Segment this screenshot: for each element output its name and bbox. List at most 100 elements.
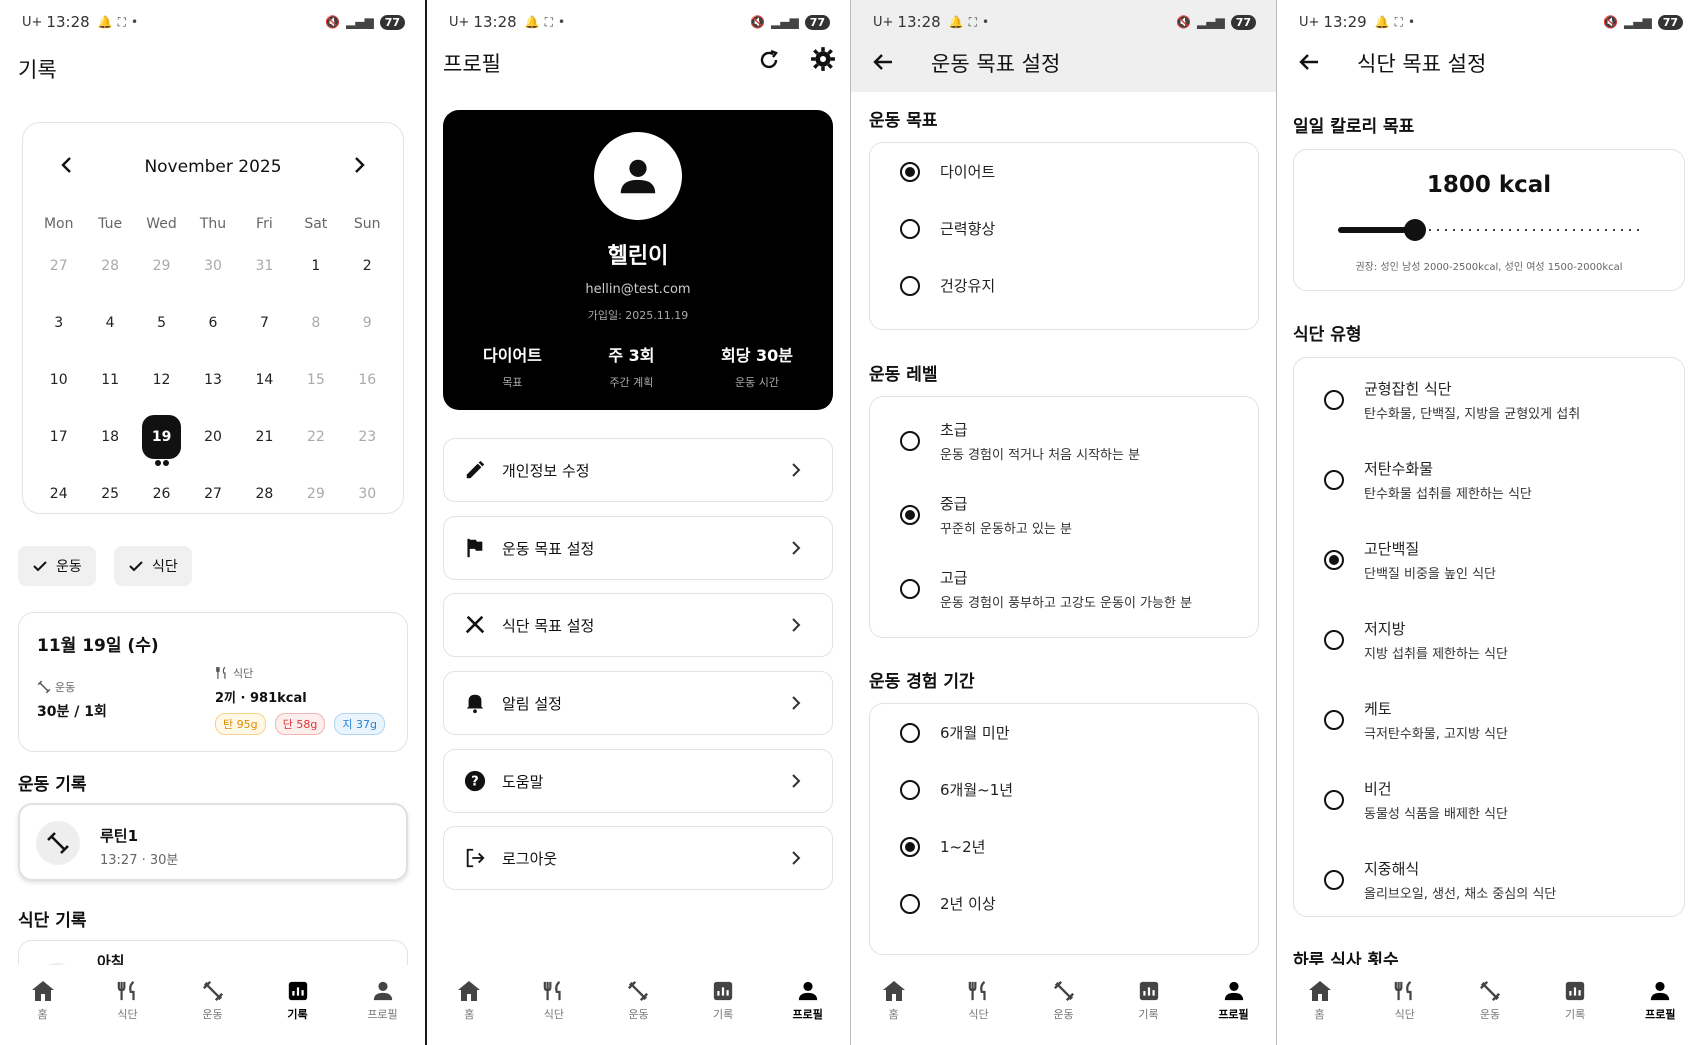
slider-thumb[interactable] (1404, 219, 1426, 241)
calendar-day[interactable]: 21 (239, 429, 290, 445)
nav-home[interactable]: 홈 (13, 979, 73, 1022)
calendar-day[interactable]: 24 (33, 486, 84, 502)
radio-option[interactable]: 1~2년 (900, 836, 985, 857)
back-button[interactable] (1297, 50, 1321, 78)
refresh-button[interactable] (757, 48, 781, 76)
calendar-day[interactable]: 6 (187, 315, 238, 331)
workout-record-item[interactable]: 루틴1 13:27 · 30분 (18, 803, 408, 881)
radio-unselected-icon[interactable] (900, 218, 920, 239)
menu-edit-profile[interactable]: 개인정보 수정 (443, 438, 833, 502)
calendar-day[interactable]: 12 (136, 372, 187, 388)
calendar-day[interactable]: 22 (290, 429, 341, 445)
radio-unselected-icon[interactable] (900, 579, 920, 599)
radio-option[interactable]: 케토 극저탄수화물, 고지방 식단 (1324, 698, 1508, 742)
calendar-day-selected[interactable]: 19 (141, 414, 182, 466)
calendar-day[interactable]: 30 (342, 486, 393, 502)
calendar-day[interactable]: 17 (33, 429, 84, 445)
nav-diet[interactable]: 식단 (98, 979, 158, 1022)
calendar-day[interactable]: 31 (239, 258, 290, 274)
nav-diet[interactable]: 식단 (949, 979, 1009, 1022)
nav-record[interactable]: 기록 (268, 979, 328, 1022)
radio-option[interactable]: 균형잡힌 식단 탄수화물, 단백질, 지방을 균형있게 섭취 (1324, 378, 1580, 422)
menu-notifications[interactable]: 알림 설정 (443, 671, 833, 735)
radio-unselected-icon[interactable] (900, 893, 920, 914)
nav-diet[interactable]: 식단 (1375, 979, 1435, 1022)
calendar-day[interactable]: 4 (84, 315, 135, 331)
nav-profile[interactable]: 프로필 (353, 979, 413, 1022)
radio-option[interactable]: 저탄수화물 탄수화물 섭취를 제한하는 식단 (1324, 458, 1532, 502)
nav-record[interactable]: 기록 (693, 979, 753, 1022)
radio-option[interactable]: 2년 이상 (900, 893, 996, 914)
settings-button[interactable] (810, 46, 836, 76)
nav-workout[interactable]: 운동 (183, 979, 243, 1022)
nav-record[interactable]: 기록 (1545, 979, 1605, 1022)
calendar-day[interactable]: 1 (290, 258, 341, 274)
calendar-day[interactable]: 15 (290, 372, 341, 388)
radio-selected-icon[interactable] (1324, 550, 1344, 570)
nav-home[interactable]: 홈 (439, 979, 499, 1022)
calendar-day[interactable]: 10 (33, 372, 84, 388)
calendar-day[interactable]: 29 (136, 258, 187, 274)
calorie-slider[interactable] (1338, 219, 1644, 241)
calendar-day[interactable]: 13 (187, 372, 238, 388)
nav-home[interactable]: 홈 (864, 979, 924, 1022)
calendar-day[interactable]: 23 (342, 429, 393, 445)
radio-option[interactable]: 고급 운동 경험이 풍부하고 고강도 운동이 가능한 분 (900, 567, 1192, 611)
nav-diet[interactable]: 식단 (524, 979, 584, 1022)
radio-option[interactable]: 초급 운동 경험이 적거나 처음 시작하는 분 (900, 419, 1140, 463)
radio-option[interactable]: 근력향상 (900, 218, 995, 239)
filter-chip-workout[interactable]: 운동 (18, 546, 96, 586)
radio-option[interactable]: 고단백질 단백질 비중을 높인 식단 (1324, 538, 1496, 582)
radio-unselected-icon[interactable] (1324, 630, 1344, 650)
calendar-day[interactable]: 18 (84, 429, 135, 445)
radio-unselected-icon[interactable] (1324, 710, 1344, 730)
radio-option[interactable]: 다이어트 (900, 161, 995, 182)
radio-unselected-icon[interactable] (1324, 390, 1344, 410)
radio-unselected-icon[interactable] (900, 275, 920, 296)
radio-unselected-icon[interactable] (900, 779, 920, 800)
radio-unselected-icon[interactable] (1324, 470, 1344, 490)
radio-selected-icon[interactable] (900, 161, 920, 182)
calendar-day[interactable]: 3 (33, 315, 84, 331)
nav-workout[interactable]: 운동 (608, 979, 668, 1022)
calendar-day[interactable]: 11 (84, 372, 135, 388)
calendar-day[interactable]: 27 (33, 258, 84, 274)
calendar-day[interactable]: 29 (290, 486, 341, 502)
nav-workout[interactable]: 운동 (1034, 979, 1094, 1022)
calendar-day[interactable]: 30 (187, 258, 238, 274)
radio-option[interactable]: 6개월~1년 (900, 779, 1013, 800)
calendar-day[interactable]: 28 (84, 258, 135, 274)
calendar-day[interactable]: 2 (342, 258, 393, 274)
calendar-day[interactable]: 9 (342, 315, 393, 331)
radio-unselected-icon[interactable] (900, 722, 920, 743)
menu-logout[interactable]: 로그아웃 (443, 826, 833, 890)
radio-option[interactable]: 건강유지 (900, 275, 995, 296)
calendar-day[interactable]: 20 (187, 429, 238, 445)
radio-unselected-icon[interactable] (900, 431, 920, 451)
nav-profile[interactable]: 프로필 (778, 979, 838, 1022)
radio-option[interactable]: 중급 꾸준히 운동하고 있는 분 (900, 493, 1072, 537)
calendar-day[interactable]: 7 (239, 315, 290, 331)
menu-help[interactable]: ? 도움말 (443, 749, 833, 813)
nav-workout[interactable]: 운동 (1460, 979, 1520, 1022)
filter-chip-diet[interactable]: 식단 (114, 546, 192, 586)
calendar-day[interactable]: 14 (239, 372, 290, 388)
menu-diet-goal[interactable]: 식단 목표 설정 (443, 593, 833, 657)
next-month-button[interactable] (349, 153, 369, 181)
radio-selected-icon[interactable] (900, 505, 920, 525)
radio-unselected-icon[interactable] (1324, 790, 1344, 810)
nav-profile[interactable]: 프로필 (1630, 979, 1690, 1022)
radio-option[interactable]: 6개월 미만 (900, 722, 1010, 743)
calendar-day[interactable]: 25 (84, 486, 135, 502)
nav-record[interactable]: 기록 (1119, 979, 1179, 1022)
radio-option[interactable]: 저지방 지방 섭취를 제한하는 식단 (1324, 618, 1508, 662)
calendar-day[interactable]: 28 (239, 486, 290, 502)
radio-unselected-icon[interactable] (1324, 870, 1344, 890)
back-button[interactable] (871, 50, 895, 78)
calendar-day[interactable]: 26 (136, 486, 187, 502)
radio-option[interactable]: 비건 동물성 식품을 배제한 식단 (1324, 778, 1508, 822)
radio-selected-icon[interactable] (900, 836, 920, 857)
radio-option[interactable]: 지중해식 올리브오일, 생선, 채소 중심의 식단 (1324, 858, 1556, 902)
nav-profile[interactable]: 프로필 (1204, 979, 1264, 1022)
calendar-day[interactable]: 8 (290, 315, 341, 331)
